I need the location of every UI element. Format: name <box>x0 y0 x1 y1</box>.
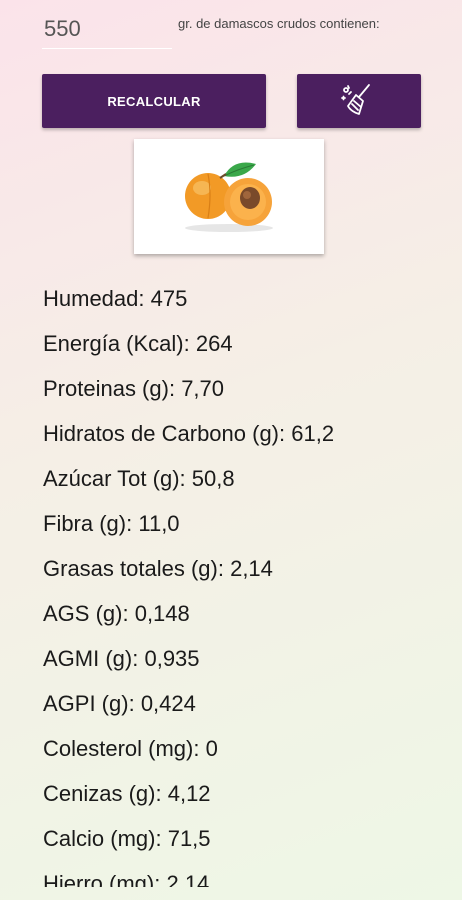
nutrient-value: 0,148 <box>134 601 190 626</box>
nutrient-row: AGPI (g): 0,424 <box>43 691 196 716</box>
nutrient-name: AGPI (g) <box>43 691 129 716</box>
clear-button[interactable] <box>297 74 421 128</box>
apricot-image <box>174 154 284 239</box>
nutrient-row: Fibra (g): 11,0 <box>43 511 180 536</box>
nutrient-value: 0 <box>205 736 218 761</box>
nutrient-row: Hidratos de Carbono (g): 61,2 <box>43 421 335 446</box>
nutrient-name: Cenizas (g) <box>43 781 156 806</box>
nutrient-value: 0,424 <box>140 691 196 716</box>
nutrient-name: Humedad <box>43 286 139 311</box>
nutrient-row: Proteinas (g): 7,70 <box>43 376 225 401</box>
nutrient-name: Proteinas (g) <box>43 376 169 401</box>
nutrient-name: Hidratos de Carbono (g) <box>43 421 280 446</box>
nutrient-row: Colesterol (mg): 0 <box>43 736 218 761</box>
quantity-input[interactable] <box>42 10 172 49</box>
nutrient-name: Energía (Kcal) <box>43 331 184 356</box>
nutrient-value: 2,14 <box>166 871 210 887</box>
nutrient-row: AGS (g): 0,148 <box>43 601 190 626</box>
nutrient-value: 264 <box>195 331 233 356</box>
nutrient-row: Calcio (mg): 71,5 <box>43 826 211 851</box>
nutrient-name: AGS (g) <box>43 601 123 626</box>
nutrient-row: Azúcar Tot (g): 50,8 <box>43 466 235 491</box>
nutrient-value: 0,935 <box>144 646 200 671</box>
nutrient-name: Azúcar Tot (g) <box>43 466 180 491</box>
nutrient-name: Fibra (g) <box>43 511 127 536</box>
quantity-caption: gr. de damascos crudos contienen: <box>178 16 380 31</box>
nutrient-name: AGMI (g) <box>43 646 133 671</box>
broom-icon <box>339 80 379 123</box>
nutrient-value: 2,14 <box>230 556 273 581</box>
nutrient-name: Hierro (mg) <box>43 871 155 887</box>
nutrient-name: Calcio (mg) <box>43 826 156 851</box>
nutrient-row: Hierro (mg): 2,14 <box>43 865 443 887</box>
nutrient-row: AGMI (g): 0,935 <box>43 646 200 671</box>
nutrient-value: 71,5 <box>167 826 211 851</box>
nutrient-row: Cenizas (g): 4,12 <box>43 781 211 806</box>
food-photo <box>134 139 324 254</box>
nutrient-name: Grasas totales (g) <box>43 556 218 581</box>
nutrient-row: Humedad: 475 <box>43 286 188 311</box>
nutrient-value: 4,12 <box>167 781 211 806</box>
nutrient-value: 50,8 <box>191 466 235 491</box>
nutrient-row: Grasas totales (g): 2,14 <box>43 556 273 581</box>
nutrient-value: 475 <box>150 286 188 311</box>
nutrient-value: 7,70 <box>181 376 225 401</box>
nutrient-value: 61,2 <box>291 421 335 446</box>
nutrient-list: Humedad: 475 Energía (Kcal): 264 Proteinas… <box>43 280 443 887</box>
nutrient-value: 11,0 <box>138 511 180 536</box>
nutrient-row: Energía (Kcal): 264 <box>43 331 233 356</box>
nutrient-name: Colesterol (mg) <box>43 736 194 761</box>
recalculate-button[interactable]: RECALCULAR <box>42 74 266 128</box>
